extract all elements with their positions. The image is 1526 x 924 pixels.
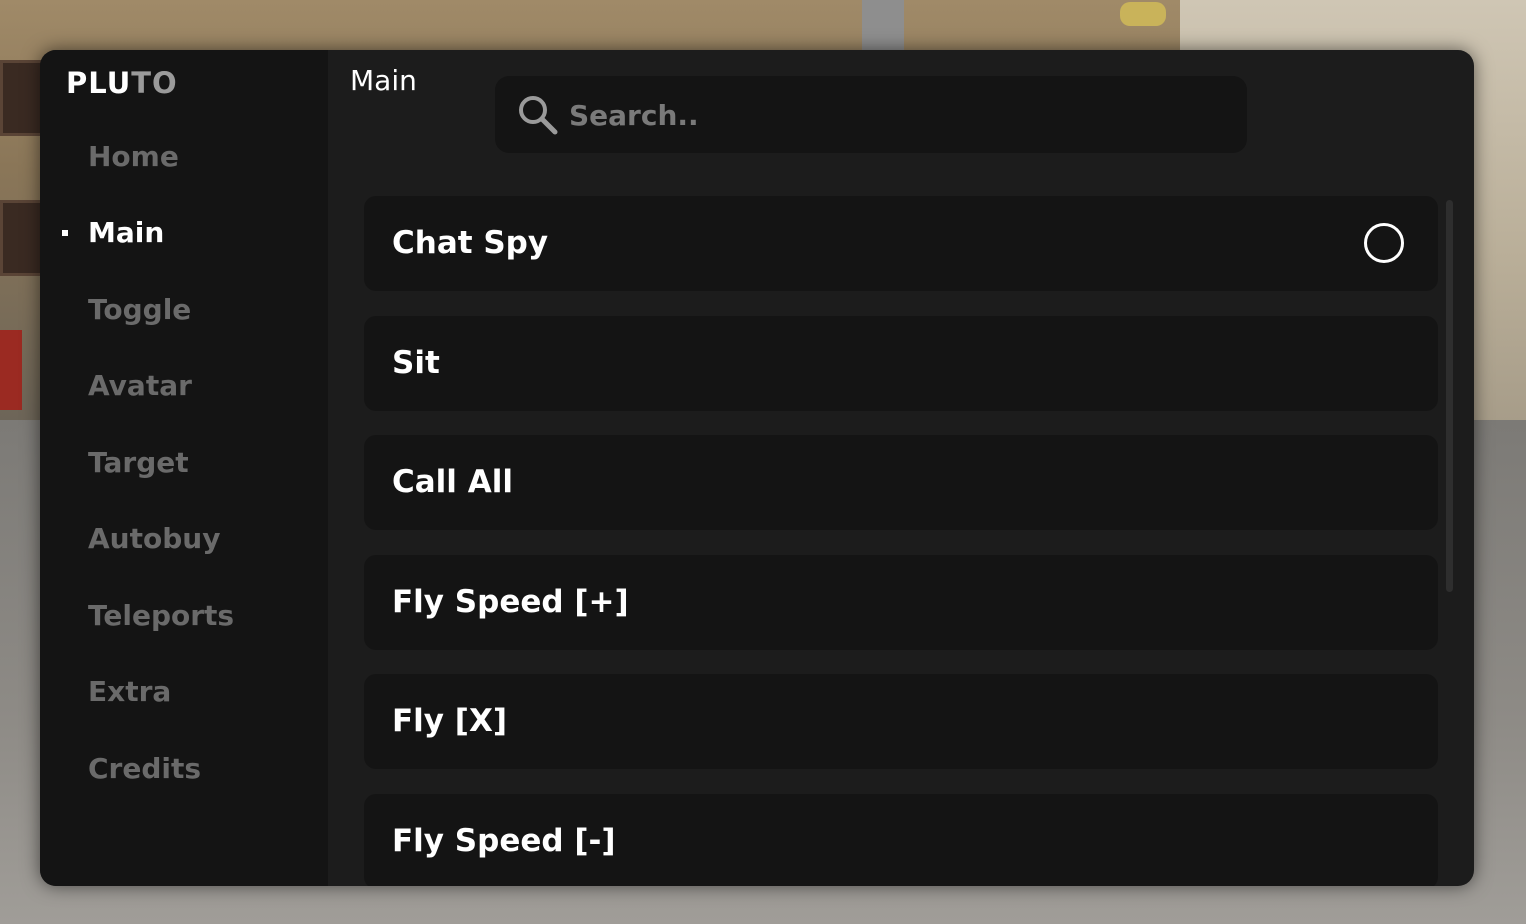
toggle-circle-icon[interactable]	[1364, 223, 1404, 263]
sidebar-item-autobuy[interactable]: Autobuy	[40, 501, 328, 578]
sidebar-item-label: Toggle	[88, 292, 192, 326]
page-title: Main	[350, 64, 417, 97]
scrollbar[interactable]	[1446, 200, 1453, 592]
sidebar-item-label: Avatar	[88, 369, 192, 403]
brand-secondary: TO	[131, 66, 178, 100]
sidebar-item-credits[interactable]: Credits	[40, 730, 328, 807]
background-street-lamp	[1120, 2, 1166, 26]
script-hub-window: PLUTO Home Main Toggle Avatar Target Aut…	[40, 50, 1474, 886]
sidebar-item-label: Main	[88, 216, 165, 250]
sidebar-item-target[interactable]: Target	[40, 424, 328, 501]
list-item-label: Call All	[392, 464, 513, 500]
list-item-label: Fly Speed [-]	[392, 822, 616, 859]
sidebar-item-teleports[interactable]: Teleports	[40, 577, 328, 654]
search-input[interactable]	[567, 76, 1231, 155]
sidebar-item-label: Credits	[88, 751, 202, 785]
list-item-label: Fly [X]	[392, 703, 508, 739]
sidebar-item-label: Teleports	[88, 598, 235, 632]
sidebar-item-toggle[interactable]: Toggle	[40, 271, 328, 348]
sidebar-item-extra[interactable]: Extra	[40, 654, 328, 731]
list-item-fly-speed-down[interactable]: Fly Speed [-]	[364, 793, 1438, 886]
sidebar-item-avatar[interactable]: Avatar	[40, 348, 328, 425]
list-item-label: Sit	[392, 344, 440, 381]
list-item-fly[interactable]: Fly [X]	[364, 674, 1438, 769]
search-icon	[519, 96, 558, 135]
list-item-fly-speed-up[interactable]: Fly Speed [+]	[364, 554, 1438, 650]
brand-primary: PLU	[66, 66, 132, 100]
search-bar[interactable]	[495, 76, 1247, 155]
brand-logo: PLUTO	[66, 66, 178, 100]
sidebar-item-label: Home	[88, 139, 179, 173]
sidebar-item-label: Target	[88, 445, 189, 479]
background-pole	[862, 0, 904, 50]
sidebar-item-main[interactable]: Main	[40, 195, 328, 272]
list-item-label: Fly Speed [+]	[392, 583, 629, 620]
sidebar-nav: Home Main Toggle Avatar Target Autobuy T…	[40, 118, 328, 807]
list-item-sit[interactable]: Sit	[364, 315, 1438, 411]
list-item-label: Chat Spy	[392, 225, 549, 261]
feature-list: Chat Spy Sit Call All Fly Speed [+] Fly …	[364, 196, 1438, 886]
background-red-stairs	[0, 330, 22, 410]
list-item-call-all[interactable]: Call All	[364, 435, 1438, 530]
list-item-chat-spy[interactable]: Chat Spy	[364, 196, 1438, 291]
sidebar-item-label: Extra	[88, 675, 172, 709]
sidebar-item-label: Autobuy	[88, 522, 221, 556]
sidebar-item-home[interactable]: Home	[40, 118, 328, 195]
active-indicator-dot	[62, 229, 68, 236]
sidebar: PLUTO Home Main Toggle Avatar Target Aut…	[40, 50, 328, 886]
